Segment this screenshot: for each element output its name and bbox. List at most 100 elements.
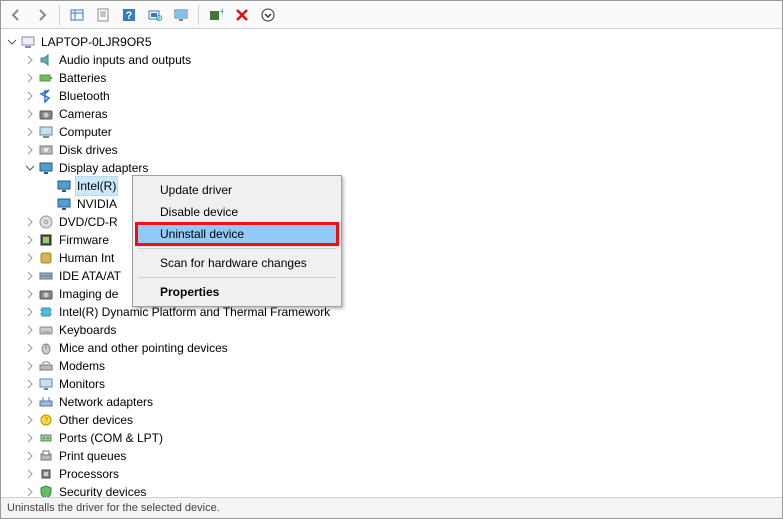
context-menu-item[interactable]: Disable device [136, 201, 338, 223]
device-label[interactable]: Intel(R) [75, 176, 118, 196]
update-driver-toolbar-button[interactable] [170, 4, 192, 26]
tree-category-printq[interactable]: Print queues [23, 447, 782, 465]
chevron-right-icon[interactable] [23, 71, 37, 85]
arrow-right-icon [35, 8, 49, 22]
show-hidden-button[interactable] [66, 4, 88, 26]
category-label[interactable]: IDE ATA/AT [57, 267, 123, 285]
circle-down-icon [261, 8, 275, 22]
chevron-right-icon[interactable] [23, 359, 37, 373]
category-label[interactable]: Mice and other pointing devices [57, 339, 230, 357]
chevron-right-icon[interactable] [23, 125, 37, 139]
category-label[interactable]: Batteries [57, 69, 108, 87]
tree-category-ports[interactable]: Ports (COM & LPT) [23, 429, 782, 447]
chevron-down-icon[interactable] [23, 161, 37, 175]
category-label[interactable]: Bluetooth [57, 87, 112, 105]
camera-icon [38, 106, 54, 122]
cpu-icon [38, 466, 54, 482]
speaker-icon [38, 52, 54, 68]
tree-category-monitors[interactable]: Monitors [23, 375, 782, 393]
view-menu-button[interactable] [257, 4, 279, 26]
tree-category-bluetooth[interactable]: Bluetooth [23, 87, 782, 105]
back-button[interactable] [5, 4, 27, 26]
chevron-right-icon[interactable] [23, 323, 37, 337]
category-label[interactable]: DVD/CD-R [57, 213, 120, 231]
scan-icon [148, 8, 162, 22]
category-label[interactable]: Human Int [57, 249, 116, 267]
scan-button[interactable] [144, 4, 166, 26]
context-menu-item[interactable]: Properties [136, 281, 338, 303]
forward-button[interactable] [31, 4, 53, 26]
tree-category-computer[interactable]: Computer [23, 123, 782, 141]
add-legacy-button[interactable]: + [205, 4, 227, 26]
category-label[interactable]: Other devices [57, 411, 135, 429]
chevron-right-icon[interactable] [23, 251, 37, 265]
chevron-right-icon[interactable] [23, 143, 37, 157]
category-label[interactable]: Monitors [57, 375, 107, 393]
category-label[interactable]: Disk drives [57, 141, 120, 159]
tree-category-modems[interactable]: Modems [23, 357, 782, 375]
category-label[interactable]: Print queues [57, 447, 128, 465]
category-label[interactable]: Ports (COM & LPT) [57, 429, 165, 447]
category-label[interactable]: Processors [57, 465, 121, 483]
tree-category-cameras[interactable]: Cameras [23, 105, 782, 123]
tree-category-other[interactable]: ?Other devices [23, 411, 782, 429]
status-bar: Uninstalls the driver for the selected d… [1, 498, 782, 518]
printer-icon [38, 448, 54, 464]
grid-icon [70, 8, 84, 22]
tree-category-network[interactable]: Network adapters [23, 393, 782, 411]
keyboard-icon [38, 322, 54, 338]
svg-text:+: + [220, 8, 223, 18]
tree-category-mice[interactable]: Mice and other pointing devices [23, 339, 782, 357]
device-tree[interactable]: LAPTOP-0LJR9OR5 Audio inputs and outputs… [1, 29, 782, 497]
tree-category-keyboards[interactable]: Keyboards [23, 321, 782, 339]
context-menu-item[interactable]: Scan for hardware changes [136, 252, 338, 274]
display-icon [56, 196, 72, 212]
sheet-icon [96, 8, 110, 22]
chevron-right-icon[interactable] [23, 377, 37, 391]
properties-toolbar-button[interactable] [92, 4, 114, 26]
chevron-right-icon[interactable] [23, 89, 37, 103]
chevron-right-icon[interactable] [23, 305, 37, 319]
chevron-right-icon[interactable] [23, 287, 37, 301]
category-label[interactable]: Network adapters [57, 393, 155, 411]
chevron-right-icon[interactable] [23, 413, 37, 427]
chevron-right-icon[interactable] [23, 215, 37, 229]
chevron-right-icon[interactable] [23, 431, 37, 445]
context-menu-item[interactable]: Update driver [136, 179, 338, 201]
category-label[interactable]: Imaging de [57, 285, 120, 303]
help-button[interactable]: ? [118, 4, 140, 26]
device-label[interactable]: NVIDIA [75, 195, 119, 213]
category-label[interactable]: Modems [57, 357, 107, 375]
chevron-right-icon[interactable] [23, 485, 37, 497]
context-menu-item[interactable]: Uninstall device [136, 223, 338, 245]
chevron-right-icon[interactable] [23, 341, 37, 355]
tree-category-processors[interactable]: Processors [23, 465, 782, 483]
category-label[interactable]: Computer [57, 123, 114, 141]
chevron-down-icon[interactable] [5, 35, 19, 49]
context-menu-separator [138, 277, 336, 278]
chevron-right-icon[interactable] [23, 467, 37, 481]
root-label[interactable]: LAPTOP-0LJR9OR5 [39, 33, 154, 51]
category-label[interactable]: Cameras [57, 105, 110, 123]
status-text: Uninstalls the driver for the selected d… [7, 502, 220, 514]
chevron-right-icon[interactable] [23, 395, 37, 409]
context-menu: Update driverDisable deviceUninstall dev… [132, 175, 342, 307]
tree-category-diskdrives[interactable]: Disk drives [23, 141, 782, 159]
chevron-right-icon[interactable] [23, 53, 37, 67]
category-label[interactable]: Security devices [57, 483, 148, 497]
uninstall-toolbar-button[interactable] [231, 4, 253, 26]
tree-category-security[interactable]: Security devices [23, 483, 782, 497]
chevron-right-icon[interactable] [23, 269, 37, 283]
tree-category-audio[interactable]: Audio inputs and outputs [23, 51, 782, 69]
category-label[interactable]: Keyboards [57, 321, 118, 339]
category-label[interactable]: Firmware [57, 231, 111, 249]
ide-icon [38, 268, 54, 284]
display-icon [38, 160, 54, 176]
computer-root-icon [20, 34, 36, 50]
chevron-right-icon[interactable] [23, 449, 37, 463]
tree-category-batteries[interactable]: Batteries [23, 69, 782, 87]
chevron-right-icon[interactable] [23, 107, 37, 121]
category-label[interactable]: Audio inputs and outputs [57, 51, 193, 69]
chevron-right-icon[interactable] [23, 233, 37, 247]
tree-root[interactable]: LAPTOP-0LJR9OR5 Audio inputs and outputs… [5, 33, 782, 497]
